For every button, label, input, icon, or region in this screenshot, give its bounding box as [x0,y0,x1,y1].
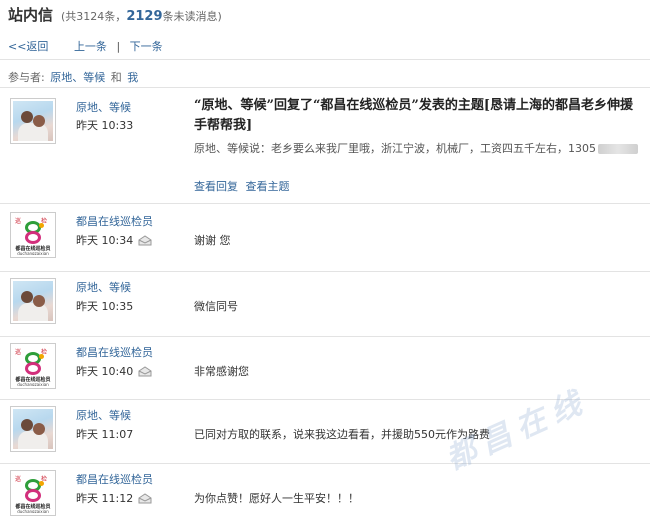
message-time: 昨天 11:12 [76,490,152,506]
stats-prefix: (共3124条， [61,10,127,23]
sender-link[interactable]: 都昌在线巡检员 [76,344,153,360]
nav-separator: | [116,40,121,53]
logo-text: 巡 [15,218,22,225]
logo-dot-icon [39,481,44,486]
message-stats: (共3124条，2129条未读消息) [61,8,222,24]
logo-pinyin: duchangzaixian [17,251,49,255]
divider [0,87,650,88]
divider [0,271,650,272]
view-topic-link[interactable]: 查看主题 [246,180,290,193]
message-time: 昨天 10:34 [76,232,152,248]
logo-ring-icon [25,362,41,375]
message-nav: <<返回 上一条 | 下一条 [8,38,179,54]
sender-link[interactable]: 原地、等候 [76,279,131,295]
participant-link[interactable]: 原地、等候 [50,71,105,84]
message-row: 巡检都昌在线巡检员 duchangzaixian 都昌在线巡检员 昨天 10:34 谢谢… [0,209,650,271]
avatar[interactable]: 巡检都昌在线巡检员 duchangzaixian [10,470,56,516]
thread-subject: “原地、等候”回复了“都昌在线巡检员”发表的主题[恳请上海的都昌老乡伸援手帮帮我… [194,98,634,133]
envelope-icon [138,365,152,376]
message-row: 原地、等候昨天 10:35 微信同号 [0,275,650,337]
sender-link[interactable]: 都昌在线巡检员 [76,213,153,229]
message-content: 非常感谢您 [194,365,249,378]
message-content: 为你点赞！愿好人一生平安！！！ [194,492,359,505]
next-link[interactable]: 下一条 [130,40,163,53]
page-header: 站内信 (共3124条，2129条未读消息) [8,4,222,26]
divider [0,203,650,204]
view-reply-link[interactable]: 查看回复 [194,180,238,193]
participant-me-link[interactable]: 我 [127,71,138,84]
avatar[interactable] [10,406,56,452]
redacted-number [598,144,638,154]
divider [0,59,650,60]
thread-message: 原地、等候 昨天 10:33 “原地、等候”回复了“都昌在线巡检员”发表的主题[… [0,96,650,201]
envelope-icon [138,492,152,503]
prev-link[interactable]: 上一条 [74,40,107,53]
logo-dot-icon [39,354,44,359]
page-title: 站内信 [8,6,54,24]
logo-ring-icon [25,231,41,244]
back-link[interactable]: <<返回 [8,40,48,53]
avatar[interactable] [10,98,56,144]
logo-ring-icon [25,489,41,502]
stats-suffix: 条未读消息) [162,10,222,23]
participants-label: 参与者: [8,71,45,84]
message-content: 微信同号 [194,300,238,313]
avatar[interactable] [10,278,56,324]
avatar[interactable]: 巡检都昌在线巡检员 duchangzaixian [10,212,56,258]
message-time: 昨天 10:40 [76,363,152,379]
logo-dot-icon [39,223,44,228]
thread-links: 查看回复 查看主题 [194,178,294,194]
divider [0,336,650,337]
thread-excerpt: 原地、等候说：老乡要么来我厂里哦，浙江宁波，机械厂，工资四五千左右，1305 [194,140,638,156]
participants-row: 参与者: 原地、等候 和 我 [8,69,140,85]
message-time: 昨天 10:33 [76,119,134,132]
logo-pinyin: duchangzaixian [17,382,49,386]
avatar[interactable]: 巡检都昌在线巡检员 duchangzaixian [10,343,56,389]
sender-link[interactable]: 原地、等候 [76,99,131,115]
message-time: 昨天 11:07 [76,428,134,441]
envelope-icon [138,234,152,245]
logo-pinyin: duchangzaixian [17,509,49,513]
message-content: 谢谢 您 [194,234,231,247]
sender-link[interactable]: 原地、等候 [76,407,131,423]
unread-count: 2129 [126,9,163,24]
logo-text: 巡 [15,349,22,356]
logo-text: 巡 [15,476,22,483]
message-time: 昨天 10:35 [76,300,134,313]
divider [0,463,650,464]
message-row: 巡检都昌在线巡检员 duchangzaixian 都昌在线巡检员 昨天 11:12 为你… [0,467,650,527]
participants-conj: 和 [110,71,122,84]
sender-link[interactable]: 都昌在线巡检员 [76,471,153,487]
